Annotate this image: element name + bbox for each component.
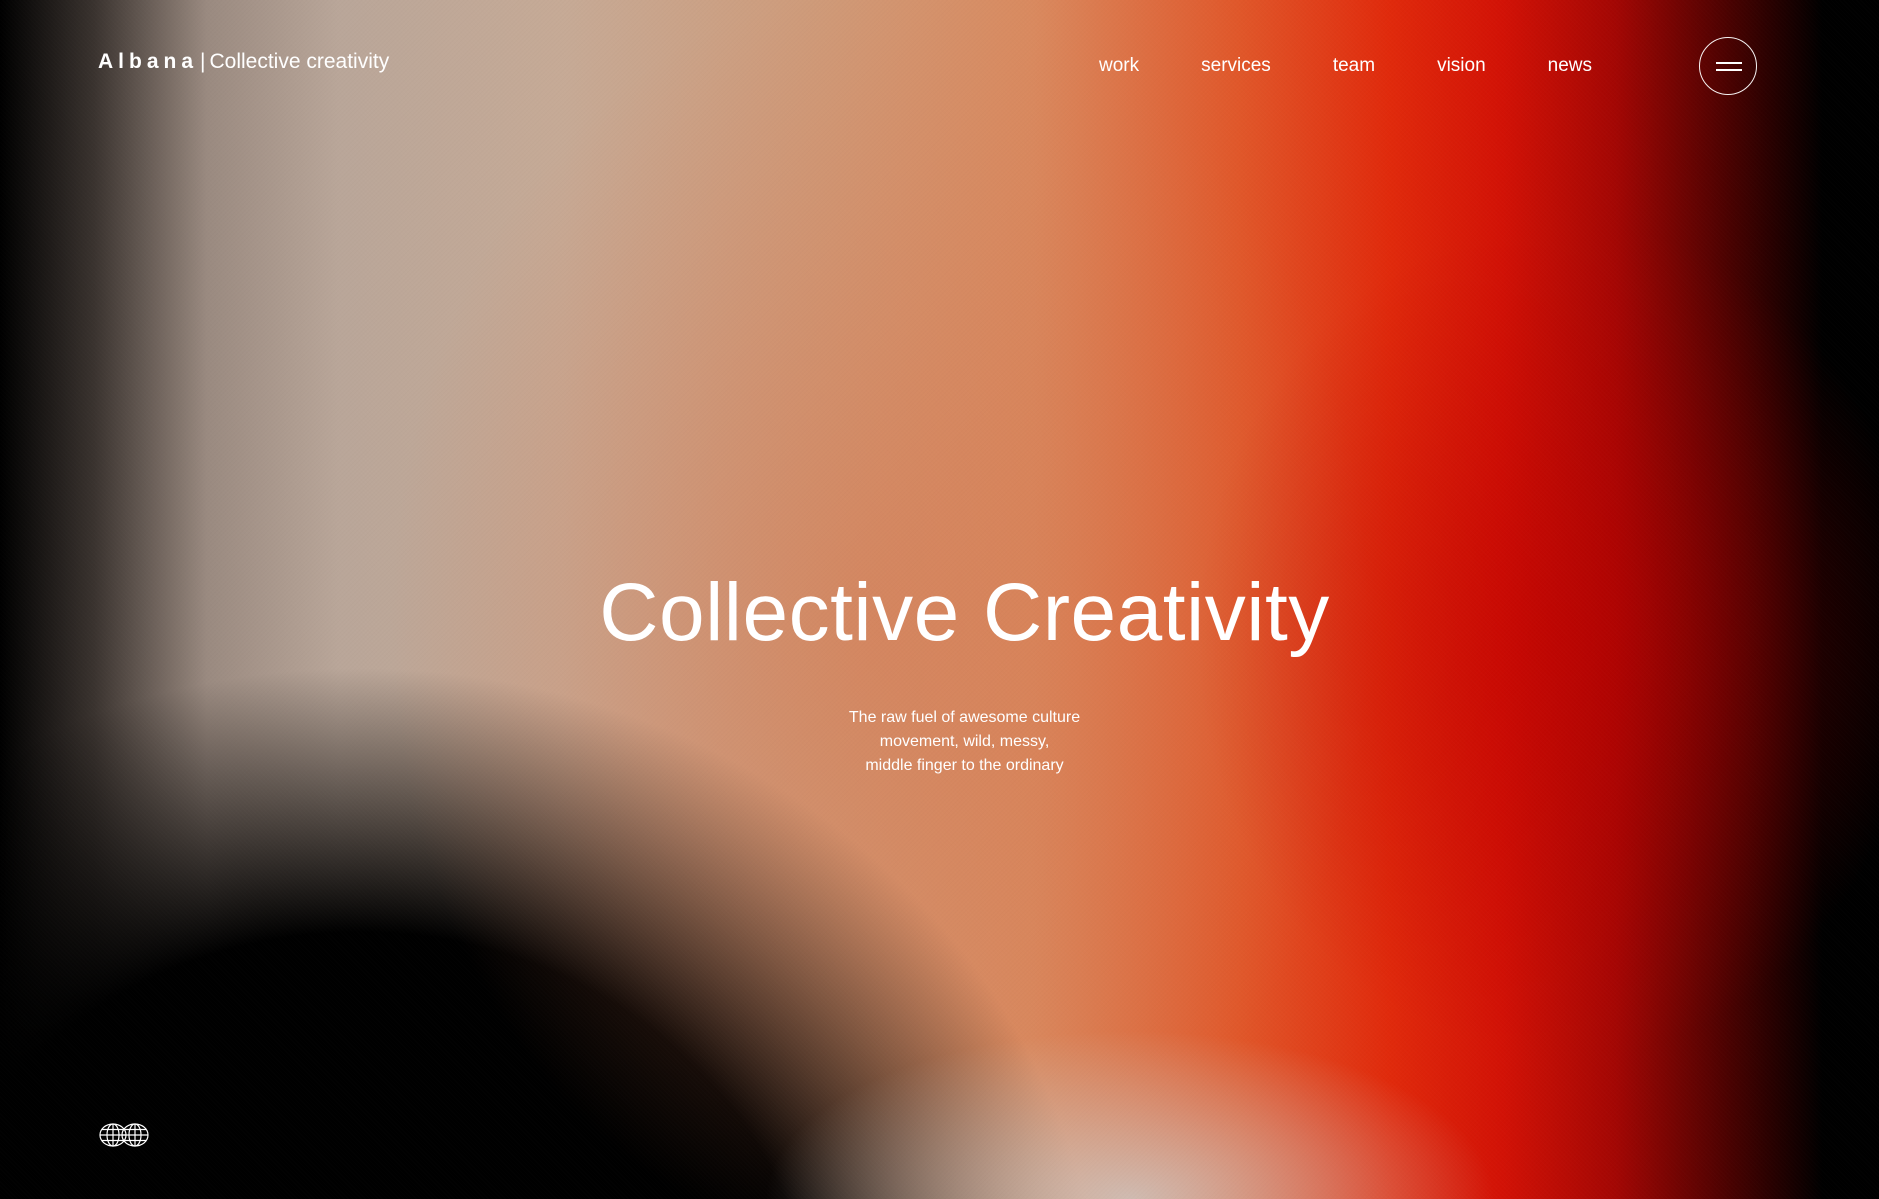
brand-separator: | [200,50,206,73]
hero-title: Collective Creativity [599,567,1330,658]
hero-subtitle-line: The raw fuel of awesome culture [848,709,1081,726]
site-header: Albana| Collective creativity work servic… [0,0,1879,130]
main-nav: work services team vision news [1099,54,1592,78]
brand-tagline: Collective creativity [209,50,390,73]
hero-subtitle-line: middle finger to the ordinary [865,757,1064,774]
nav-link-news[interactable]: news [1548,54,1592,78]
nav-link-team[interactable]: team [1333,54,1375,78]
hero-subtitle-line: movement, wild, messy, [879,733,1050,750]
brand-name: Albana [98,50,199,73]
nav-link-vision[interactable]: vision [1437,54,1486,78]
globe-icon[interactable] [98,1122,150,1148]
hero-section: Collective Creativity The raw fuel of aw… [0,565,1879,778]
hamburger-icon [1716,62,1742,64]
hamburger-icon-line [1716,69,1742,71]
nav-link-work[interactable]: work [1099,54,1139,78]
brand-logo-link[interactable]: Albana| Collective creativity [98,50,389,74]
hero-subtitle: The raw fuel of awesome culture movement… [50,706,1879,778]
menu-button[interactable] [1699,37,1757,95]
nav-link-services[interactable]: services [1201,54,1271,78]
